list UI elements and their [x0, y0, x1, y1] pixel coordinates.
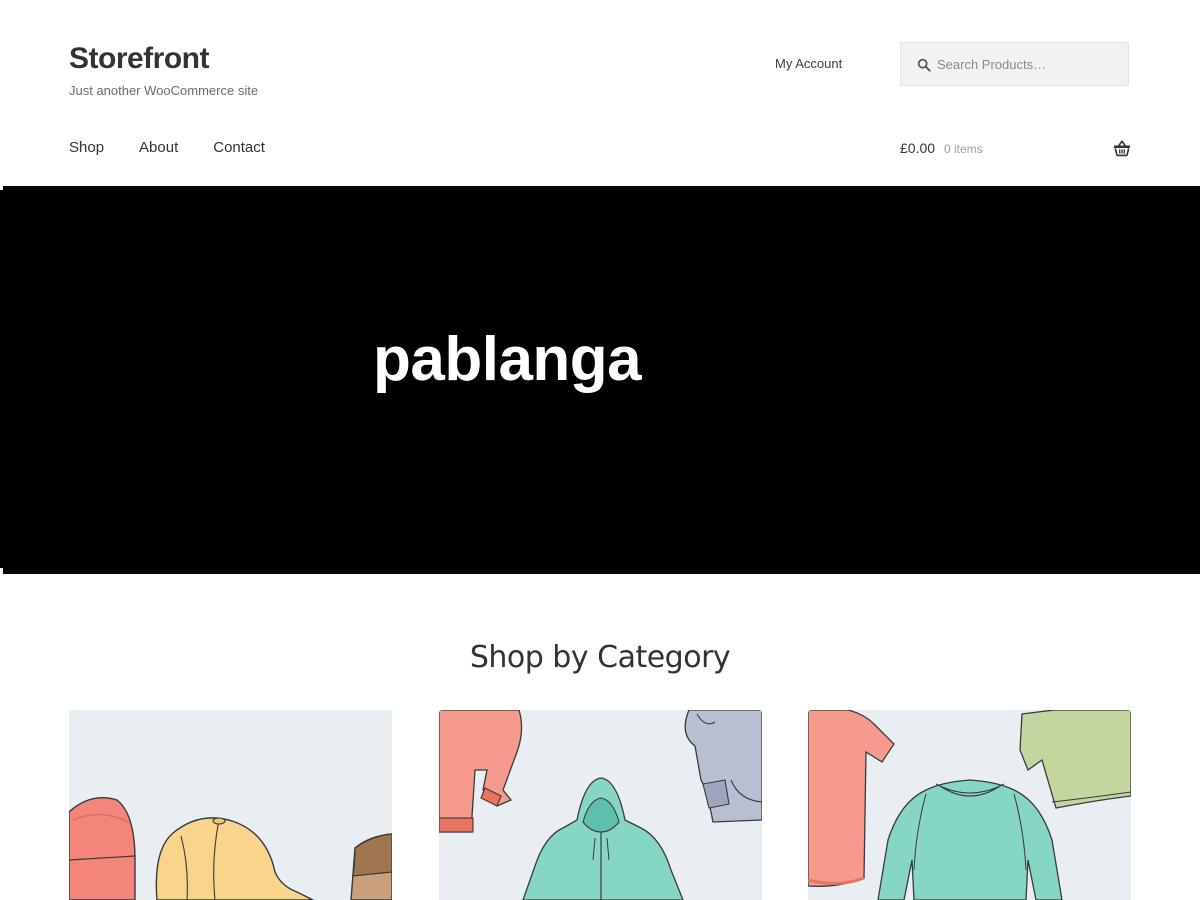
cart-total: £0.00 [900, 140, 936, 156]
hero-banner: pablanga [0, 186, 1200, 574]
nav-item-shop[interactable]: Shop [69, 139, 104, 156]
nav-item-contact[interactable]: Contact [213, 139, 265, 156]
shopping-basket-icon [1113, 140, 1131, 157]
my-account-link[interactable]: My Account [775, 56, 842, 71]
category-card-tshirts[interactable] [808, 710, 1131, 900]
nav-item-about[interactable]: About [139, 139, 178, 156]
category-card-hoodies[interactable] [439, 710, 762, 900]
hero-edge-mark [0, 568, 3, 574]
search-input[interactable] [935, 43, 1127, 85]
hero-title: pablanga [373, 325, 642, 394]
search-icon [917, 58, 931, 72]
category-card-hats[interactable] [69, 710, 392, 900]
section-title: Shop by Category [469, 640, 731, 675]
header-cart[interactable]: £0.00 0 items [900, 140, 1131, 160]
hero-edge-mark [0, 186, 3, 190]
hoodies-illustration [439, 710, 762, 900]
cart-item-count: 0 items [944, 142, 983, 156]
site-title[interactable]: Storefront [69, 42, 210, 76]
tshirts-illustration [808, 710, 1131, 900]
hats-illustration [69, 710, 392, 900]
site-header: Storefront Just another WooCommerce site… [0, 0, 1200, 186]
primary-navigation: Shop About Contact [69, 139, 265, 156]
product-search[interactable] [900, 42, 1129, 86]
site-tagline: Just another WooCommerce site [69, 83, 259, 98]
